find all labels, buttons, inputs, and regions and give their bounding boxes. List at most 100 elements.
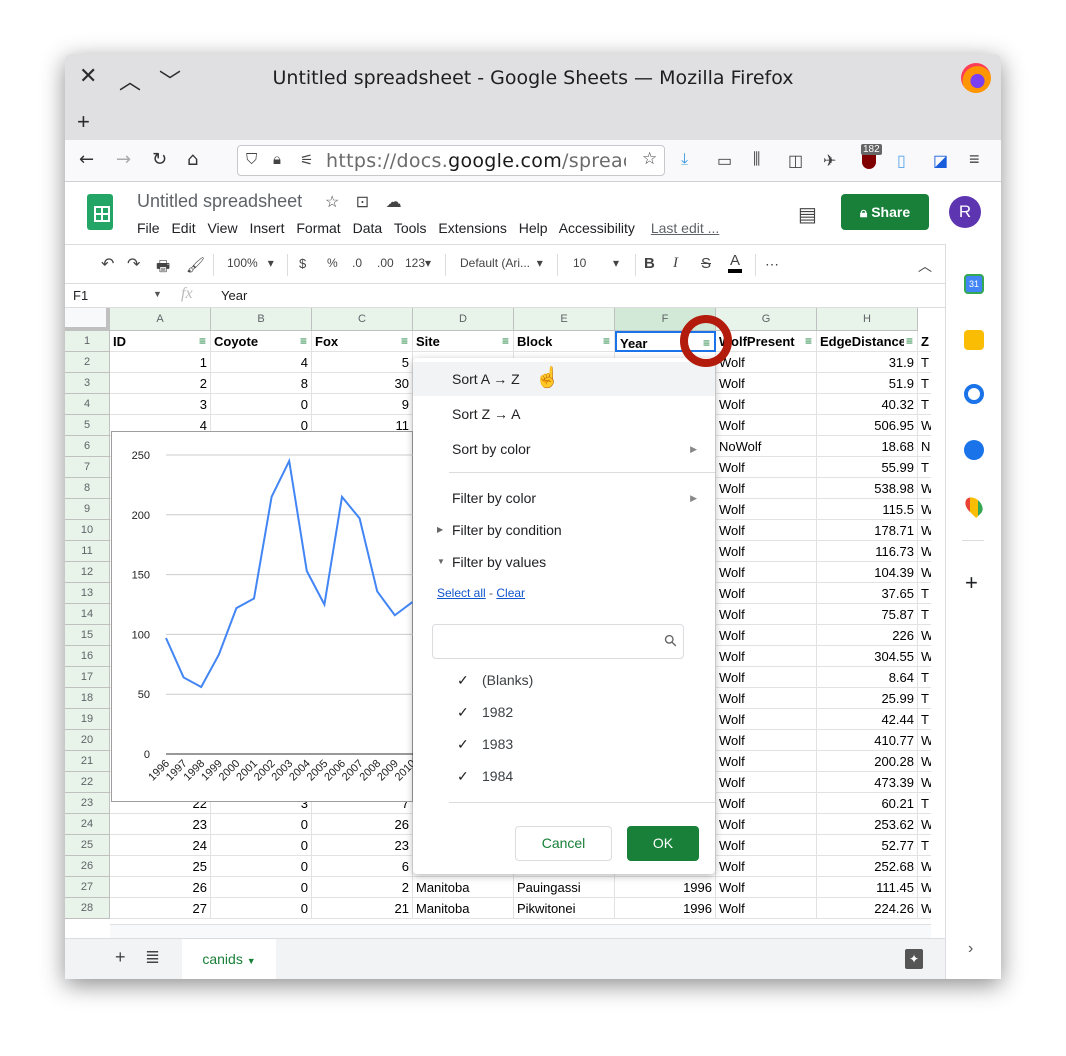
cell-g21[interactable]: Wolf: [716, 751, 817, 772]
row-header[interactable]: 15: [65, 625, 110, 646]
header-cell-i[interactable]: Z: [918, 331, 931, 352]
cell-g24[interactable]: Wolf: [716, 814, 817, 835]
row-header[interactable]: 20: [65, 730, 110, 751]
cell-i12[interactable]: W: [918, 562, 931, 583]
ublock-icon[interactable]: [862, 153, 876, 169]
cell-h15[interactable]: 226: [817, 625, 918, 646]
cell-c28[interactable]: 21: [312, 898, 413, 919]
cell-h10[interactable]: 178.71: [817, 520, 918, 541]
row-header[interactable]: 2: [65, 352, 110, 373]
menu-format[interactable]: Format: [296, 220, 340, 236]
cell-i18[interactable]: T: [918, 688, 931, 709]
row-header[interactable]: 11: [65, 541, 110, 562]
cell-h26[interactable]: 252.68: [817, 856, 918, 877]
cell-d28[interactable]: Manitoba: [413, 898, 514, 919]
cell-c24[interactable]: 26: [312, 814, 413, 835]
expand-side-panel-icon[interactable]: ›: [968, 940, 973, 958]
header-cell-h[interactable]: EdgeDistance ≡: [817, 331, 918, 352]
cell-h2[interactable]: 31.9: [817, 352, 918, 373]
cell-i14[interactable]: T: [918, 604, 931, 625]
header-cell-d[interactable]: Site ≡: [413, 331, 514, 352]
sheet-tab-canids[interactable]: canids ▼: [182, 939, 276, 979]
star-icon[interactable]: ☆: [325, 194, 339, 211]
cell-g8[interactable]: Wolf: [716, 478, 817, 499]
window-icon[interactable]: ▭: [717, 151, 732, 171]
filter-icon[interactable]: ≡: [196, 331, 206, 351]
column-header-c[interactable]: C: [312, 308, 413, 331]
cell-h13[interactable]: 37.65: [817, 583, 918, 604]
tasks-icon[interactable]: [964, 384, 984, 404]
cell-c3[interactable]: 30: [312, 373, 413, 394]
sort-by-color-item[interactable]: Sort by color ▶: [413, 432, 715, 466]
cell-h23[interactable]: 60.21: [817, 793, 918, 814]
reader-icon[interactable]: ◫: [788, 151, 803, 171]
row-header[interactable]: 24: [65, 814, 110, 835]
bookmark-star-icon[interactable]: ☆: [642, 149, 657, 169]
ok-button[interactable]: OK: [627, 826, 699, 861]
cell-a25[interactable]: 24: [110, 835, 211, 856]
cell-i7[interactable]: T: [918, 457, 931, 478]
row-header[interactable]: 7: [65, 457, 110, 478]
cell-h28[interactable]: 224.26: [817, 898, 918, 919]
checkmark-icon[interactable]: ✓: [457, 768, 469, 785]
horizontal-scrollbar[interactable]: [110, 924, 931, 938]
cell-g5[interactable]: Wolf: [716, 415, 817, 436]
header-cell-e[interactable]: Block ≡: [514, 331, 615, 352]
cell-f28[interactable]: 1996: [615, 898, 716, 919]
calendar-icon[interactable]: 31: [964, 274, 984, 294]
redo-icon[interactable]: ↷: [127, 254, 140, 274]
cell-g12[interactable]: Wolf: [716, 562, 817, 583]
keep-icon[interactable]: [964, 330, 984, 350]
menu-help[interactable]: Help: [519, 220, 548, 236]
cell-g17[interactable]: Wolf: [716, 667, 817, 688]
cell-g2[interactable]: Wolf: [716, 352, 817, 373]
sheets-logo-icon[interactable]: [87, 194, 113, 230]
select-all-corner[interactable]: [65, 308, 110, 331]
row-header[interactable]: 8: [65, 478, 110, 499]
cell-i8[interactable]: W: [918, 478, 931, 499]
row-header[interactable]: 12: [65, 562, 110, 583]
row-header[interactable]: 3: [65, 373, 110, 394]
filter-icon[interactable]: ≡: [499, 331, 509, 351]
shield-icon[interactable]: ⛉: [246, 151, 257, 168]
cell-i2[interactable]: T: [918, 352, 931, 373]
maps-icon[interactable]: [961, 493, 987, 519]
cell-h5[interactable]: 506.95: [817, 415, 918, 436]
reload-icon[interactable]: ↻: [152, 149, 167, 170]
menu-file[interactable]: File: [137, 220, 160, 236]
forward-icon[interactable]: →: [116, 149, 131, 170]
cell-g7[interactable]: Wolf: [716, 457, 817, 478]
new-tab-icon[interactable]: +: [77, 109, 90, 135]
cell-i28[interactable]: W: [918, 898, 931, 919]
cell-i17[interactable]: T: [918, 667, 931, 688]
row-header[interactable]: 9: [65, 499, 110, 520]
cancel-button[interactable]: Cancel: [515, 826, 612, 861]
row-header[interactable]: 1: [65, 331, 110, 352]
cell-b27[interactable]: 0: [211, 877, 312, 898]
cell-i27[interactable]: W: [918, 877, 931, 898]
header-cell-c[interactable]: Fox ≡: [312, 331, 413, 352]
cloud-status-icon[interactable]: ☁: [386, 194, 402, 211]
zoom-select[interactable]: 100% ▾: [227, 256, 274, 270]
menu-extensions[interactable]: Extensions: [438, 220, 506, 236]
cell-h14[interactable]: 75.87: [817, 604, 918, 625]
cell-h18[interactable]: 25.99: [817, 688, 918, 709]
move-folder-icon[interactable]: ⊡: [356, 194, 369, 211]
cell-b4[interactable]: 0: [211, 394, 312, 415]
back-icon[interactable]: ←: [79, 149, 94, 170]
all-sheets-icon[interactable]: ≣: [145, 947, 160, 968]
cell-h19[interactable]: 42.44: [817, 709, 918, 730]
row-header[interactable]: 27: [65, 877, 110, 898]
cell-h16[interactable]: 304.55: [817, 646, 918, 667]
row-header[interactable]: 6: [65, 436, 110, 457]
cell-i4[interactable]: T: [918, 394, 931, 415]
column-header-a[interactable]: A: [110, 308, 211, 331]
cell-b26[interactable]: 0: [211, 856, 312, 877]
spreadsheet-grid[interactable]: A B C D E F G H 1 ID ≡ Coyote ≡ Fox ≡ Site ≡ Block ≡ Year ≡ W…: [65, 308, 931, 924]
cell-h8[interactable]: 538.98: [817, 478, 918, 499]
name-box-dropdown-icon[interactable]: ▼: [153, 289, 162, 299]
sheet-tab-dropdown-icon[interactable]: ▼: [247, 956, 256, 966]
explore-icon[interactable]: ✦: [905, 949, 923, 969]
cell-a26[interactable]: 25: [110, 856, 211, 877]
checkmark-icon[interactable]: ✓: [457, 736, 469, 753]
